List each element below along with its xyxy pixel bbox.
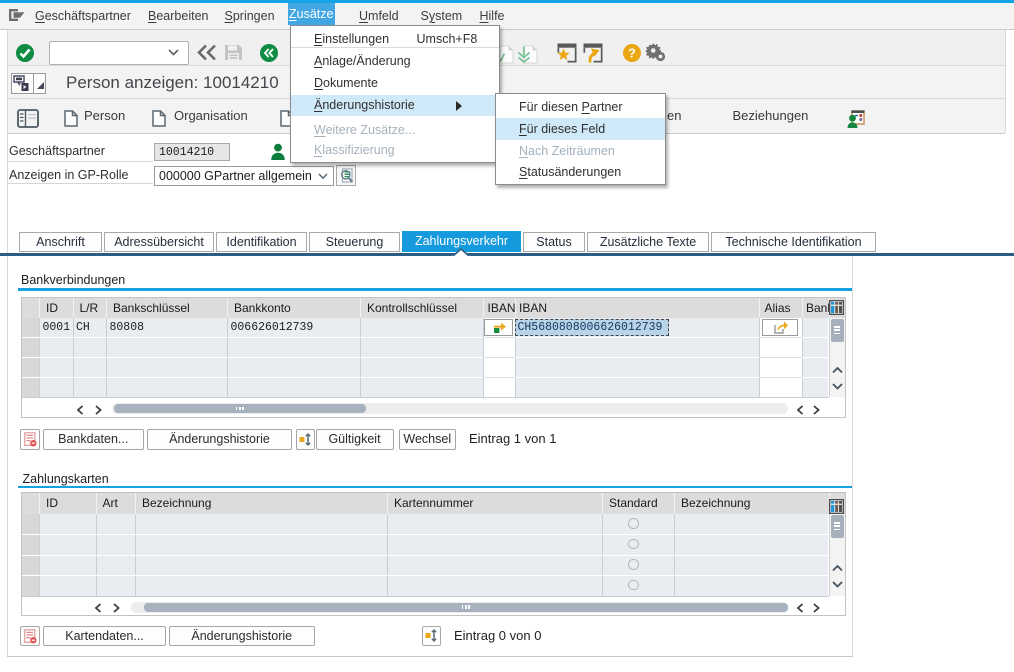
- svg-text:?: ?: [628, 46, 636, 60]
